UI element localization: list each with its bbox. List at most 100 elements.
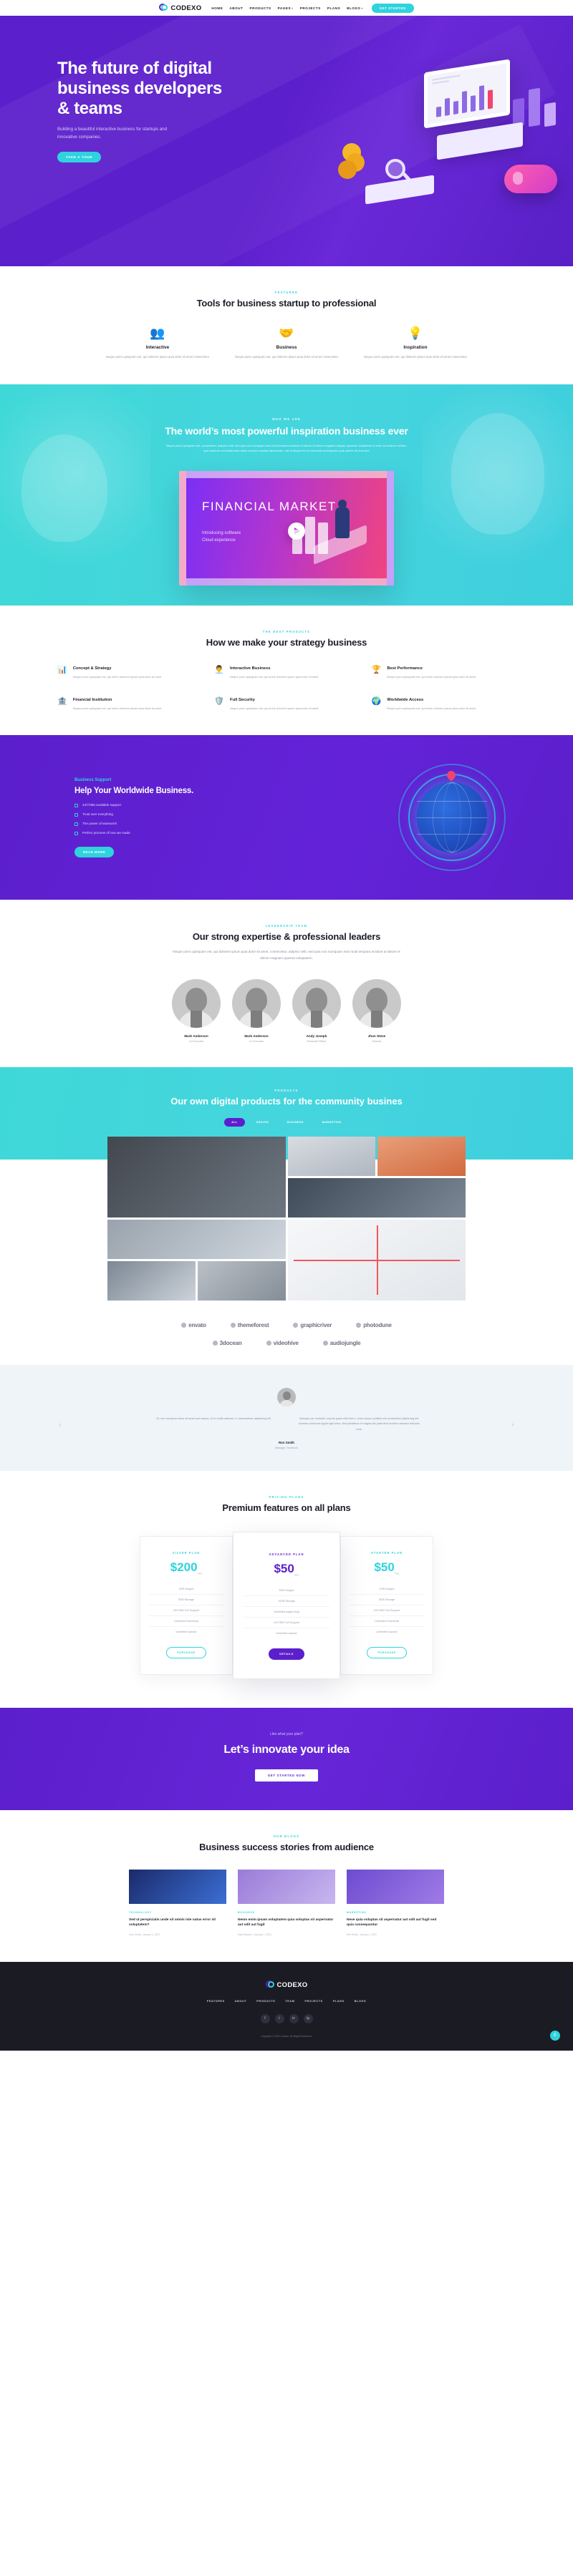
gallery-tile[interactable] [197, 1260, 286, 1301]
products-gallery [107, 1136, 466, 1301]
footer-link-team[interactable]: TEAM [285, 2000, 294, 2003]
testimonial-prev-icon[interactable]: ‹ [56, 1420, 64, 1429]
facebook-icon[interactable]: f [260, 2013, 270, 2023]
strategy-eyebrow: THE BEST PRODUCTS [262, 630, 311, 634]
testimonial-next-icon[interactable]: › [509, 1420, 517, 1429]
products-eyebrow: PRODUCTS [274, 1088, 299, 1092]
strategy-item-title: Best Performance [387, 666, 423, 671]
brand-logo-row: 3docean videohive audiojungle [0, 1340, 573, 1346]
footer-link-projects[interactable]: PROJECTS [305, 2000, 323, 2003]
brand-audiojungle[interactable]: audiojungle [322, 1340, 361, 1346]
brand-logos-section: envato themeforest graphicriver photodun… [0, 1301, 573, 1365]
gallery-tile[interactable] [287, 1219, 466, 1301]
blog-post[interactable]: TECHNOLOGY Sed ut perspiciatis unde sit … [129, 1869, 226, 1936]
strategy-item[interactable]: 🛡️ Full Security Neque porro quisquam es… [214, 698, 358, 711]
footer-nav: FEATURES ABOUT PRODUCTS TEAM PROJECTS PL… [0, 2000, 573, 2003]
shield-icon: 🛡️ [214, 697, 225, 706]
filter-design[interactable]: DESIGN [249, 1118, 276, 1127]
strategy-item[interactable]: 🏆 Best Performance Neque porro quisquam … [372, 666, 516, 679]
nav-item-about[interactable]: ABOUT [229, 6, 243, 10]
filter-all[interactable]: ALL [224, 1117, 245, 1127]
nav-item-blogs[interactable]: BLOGS▾ [347, 6, 363, 10]
get-started-button[interactable]: GET STARTED [371, 3, 414, 13]
team-member[interactable]: Mark Anderson Co-Founder [171, 978, 221, 1043]
footer-brand[interactable]: CODEXO [0, 1980, 573, 1990]
nav-item-pages[interactable]: PAGES▾ [278, 6, 294, 10]
team-member-name: Mark Anderson [184, 1034, 208, 1038]
products-filters: ALL DESIGN BUSINESS MARKETING [0, 1117, 573, 1127]
blog-post-title: Neve quia voluptas sit aspernatur aut od… [347, 1918, 437, 1927]
plan-feature: Unlimited Download [149, 1616, 223, 1627]
filter-marketing[interactable]: MARKETING [315, 1118, 349, 1127]
plan-feature: 1GB Images [149, 1584, 223, 1595]
hero-section: The future of digital business developer… [0, 16, 573, 266]
take-a-tour-button[interactable]: TAKE A TOUR [57, 151, 102, 162]
plan-purchase-button[interactable]: PURCHASE [166, 1646, 206, 1658]
footer-link-plans[interactable]: PLANS [333, 2000, 345, 2003]
site-footer: CODEXO FEATURES ABOUT PRODUCTS TEAM PROJ… [0, 1961, 573, 2051]
read-more-button[interactable]: READ MORE [74, 846, 115, 857]
footer-link-about[interactable]: ABOUT [235, 2000, 247, 2003]
brand-3docean[interactable]: 3docean [212, 1340, 242, 1346]
testimonial-quote: Ut, non est ipsum dolor sit amet sed man… [156, 1416, 271, 1420]
video-card-subtitle: Introducing software Cloud experience [202, 531, 241, 543]
gallery-tile[interactable] [107, 1219, 286, 1259]
team-member[interactable]: Mark Anderson Co-Founder [231, 978, 281, 1043]
plan-purchase-button[interactable]: PURCHASE [367, 1646, 407, 1658]
plan-details-button[interactable]: DETAILS [269, 1648, 304, 1660]
blog-post[interactable]: MARKETING Neve quia voluptas sit asperna… [347, 1869, 444, 1936]
feature-card[interactable]: 👥 Interactive Neque porro quisquam est, … [104, 327, 211, 360]
strategy-item[interactable]: 🏦 Financial Institution Neque porro quis… [57, 698, 201, 711]
cta-section: Like what your plan? Let’s innovate your… [0, 1707, 573, 1810]
pricing-eyebrow: PRICING PLANS [269, 1495, 304, 1500]
footer-link-blogs[interactable]: BLOGS [355, 2000, 367, 2003]
blog-post-title: Nemo enim ipsam voluptatem quia voluptas… [238, 1918, 334, 1927]
brand-envato[interactable]: envato [181, 1322, 206, 1328]
brand-videohive[interactable]: videohive [266, 1340, 299, 1346]
blog-post[interactable]: BUSINESS Nemo enim ipsam voluptatem quia… [238, 1869, 335, 1936]
nav-item-projects[interactable]: PROJECTS [300, 6, 321, 10]
chat-icon[interactable]: ✆ [550, 2030, 560, 2041]
gallery-tile[interactable] [107, 1136, 286, 1217]
strategy-item[interactable]: 👨‍💼 Interactive Business Neque porro qui… [214, 666, 358, 679]
footer-link-products[interactable]: PRODUCTS [256, 2000, 275, 2003]
gallery-tile[interactable] [377, 1136, 466, 1176]
nav-item-home[interactable]: HOME [211, 6, 223, 10]
pricing-plan-advanced[interactable]: ADVANCED PLAN $50/mo 5GB Images 10GB Sto… [233, 1532, 340, 1679]
pricing-plan-silver[interactable]: SILVER PLAN $200/mo 1GB Images 5GB Stora… [140, 1536, 233, 1675]
twitter-icon[interactable]: t [274, 2013, 284, 2023]
nav-item-plans[interactable]: PLANS [327, 6, 340, 10]
trophy-icon: 🏆 [371, 665, 382, 674]
gallery-tile[interactable] [287, 1136, 376, 1176]
team-member-name: Jhon Steve [367, 1034, 386, 1038]
brand-photodune[interactable]: photodune [356, 1322, 392, 1328]
strategy-item[interactable]: 📊 Concept & Strategy Neque porro quisqua… [57, 666, 201, 679]
plan-feature: Unlimited Upload [276, 1631, 297, 1635]
hero-subtitle: Building a beautiful interactive busines… [57, 127, 168, 140]
linkedin-icon[interactable]: in [289, 2013, 299, 2023]
globe-icon: 🌍 [371, 697, 382, 706]
feature-card[interactable]: 🤝 Business Neque porro quisquam est, qui… [233, 327, 340, 360]
filter-business[interactable]: BUSINESS [280, 1118, 311, 1127]
feature-card-title: Business [276, 344, 297, 350]
pricing-plan-starter[interactable]: STARTER PLAN $50/mo 1GB Images 5GB Stora… [340, 1536, 433, 1675]
strategy-item[interactable]: 🌍 Worldwide Access Neque porro quisquam … [372, 698, 516, 711]
blog-thumbnail [238, 1869, 335, 1904]
team-member[interactable]: Jhon Steve Director [352, 978, 402, 1043]
gallery-tile[interactable] [107, 1260, 196, 1301]
video-card[interactable]: FINANCIAL MARKET Introducing software Cl… [179, 471, 394, 586]
plan-feature: Unlimited Download [350, 1616, 424, 1627]
gallery-tile[interactable] [287, 1177, 466, 1217]
nav-item-products[interactable]: PRODUCTS [249, 6, 271, 10]
team-member[interactable]: Andy Joseph Financial Officer [292, 978, 342, 1043]
brand-logo[interactable]: CODEXO [159, 3, 201, 13]
feature-card[interactable]: 💡 Inspiration Neque porro quisquam est, … [362, 327, 469, 360]
cta-button[interactable]: GET STARTED NOW [254, 1769, 319, 1782]
brand-themeforest[interactable]: themeforest [230, 1322, 269, 1328]
instagram-icon[interactable]: ig [303, 2013, 313, 2023]
team-section: LEADERSHIP TEAM Our strong expertise & p… [0, 900, 573, 1066]
footer-link-features[interactable]: FEATURES [207, 2000, 225, 2003]
brand-graphicriver[interactable]: graphicriver [293, 1322, 332, 1328]
video-card-illustration [288, 480, 374, 573]
avatar [172, 978, 221, 1028]
